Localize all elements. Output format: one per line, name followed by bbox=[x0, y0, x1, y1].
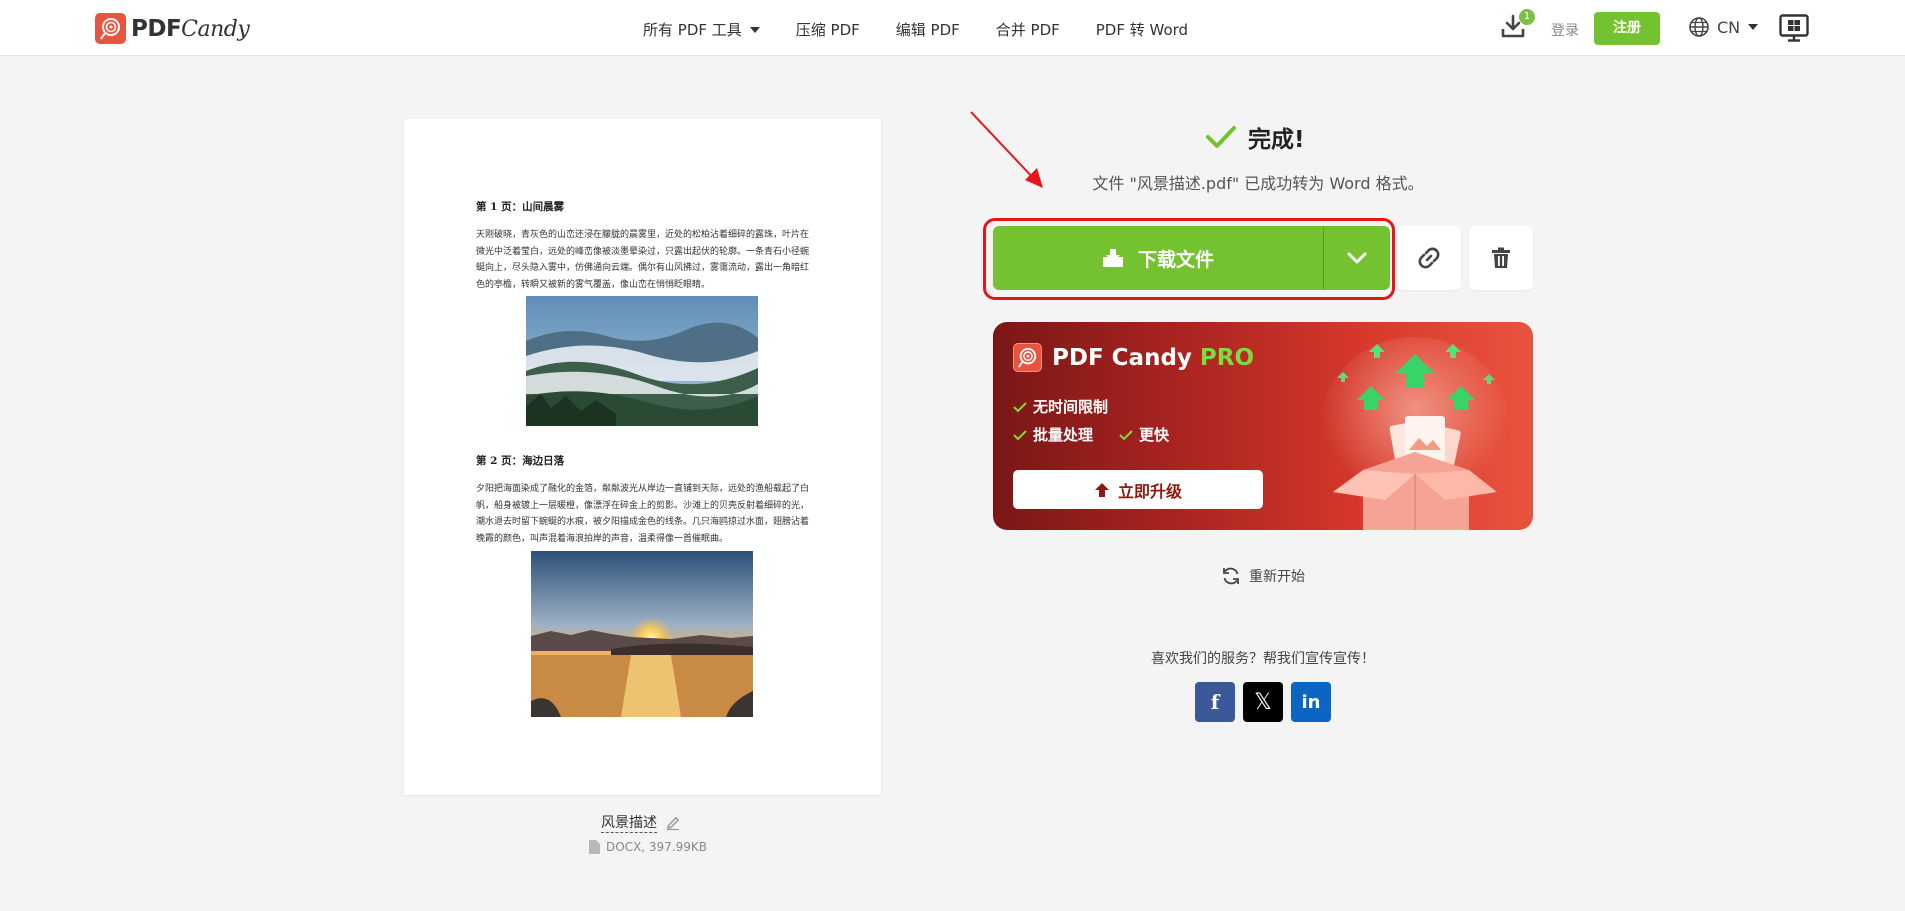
upgrade-now-button[interactable]: 立即升级 bbox=[1013, 470, 1263, 509]
file-type-size: DOCX, 397.99KB bbox=[606, 840, 708, 854]
file-name-editable[interactable]: 风景描述 bbox=[601, 812, 681, 833]
sunset-sea-image bbox=[531, 551, 753, 717]
pro-feature-faster: 更快 bbox=[1119, 424, 1169, 445]
linkedin-share-button[interactable]: in bbox=[1291, 682, 1331, 722]
download-button-group: 下载文件 bbox=[993, 226, 1390, 290]
top-header: PDFCandy 所有 PDF 工具 压缩 PDF 编辑 PDF 合并 PDF … bbox=[0, 0, 1905, 56]
pro-feature-batch: 批量处理 bbox=[1013, 424, 1093, 445]
pro-feature-no-time-limit: 无时间限制 bbox=[1013, 396, 1108, 417]
red-arrow-annotation-icon bbox=[970, 111, 1043, 188]
login-link[interactable]: 登录 bbox=[1551, 20, 1579, 40]
caret-down-icon bbox=[749, 26, 760, 33]
register-button[interactable]: 注册 bbox=[1594, 12, 1660, 45]
done-message: 文件 "风景描述.pdf" 已成功转为 Word 格式。 bbox=[1092, 174, 1424, 193]
download-icon bbox=[1102, 249, 1123, 267]
page1-text: 天刚破晓，青灰色的山峦还浸在朦胧的晨雾里，近处的松柏沾着细碎的露珠，叶片在微光中… bbox=[476, 230, 810, 290]
pdfcandy-logo[interactable]: PDFCandy bbox=[95, 13, 250, 44]
checkmark-icon bbox=[1206, 126, 1236, 148]
document-preview: 第 1 页：山间晨雾 天刚破晓，青灰色的山峦还浸在朦胧的晨雾里，近处的松柏沾着细… bbox=[404, 119, 881, 795]
pro-title: PDF Candy PRO bbox=[1013, 343, 1254, 372]
refresh-icon bbox=[1223, 567, 1239, 585]
language-selector[interactable]: CN bbox=[1688, 16, 1759, 38]
main-nav: 所有 PDF 工具 压缩 PDF 编辑 PDF 合并 PDF PDF 转 Wor… bbox=[643, 19, 1224, 40]
language-code: CN bbox=[1717, 17, 1741, 37]
nav-compress-pdf[interactable]: 压缩 PDF bbox=[796, 19, 860, 40]
windows-app-button[interactable] bbox=[1779, 14, 1809, 46]
facebook-share-button[interactable]: f bbox=[1195, 682, 1235, 722]
page2-heading: 第 2 页：海边日落 bbox=[476, 455, 565, 467]
file-icon bbox=[589, 840, 600, 854]
share-link-button[interactable] bbox=[1397, 226, 1461, 290]
nav-merge-pdf[interactable]: 合并 PDF bbox=[996, 19, 1060, 40]
trash-icon bbox=[1492, 247, 1510, 268]
arrow-up-icon bbox=[1094, 482, 1109, 497]
downloads-button[interactable]: 1 bbox=[1501, 9, 1535, 43]
share-prompt: 喜欢我们的服务？帮我们宣传宣传！ bbox=[1151, 651, 1375, 667]
file-meta: DOCX, 397.99KB bbox=[589, 840, 707, 854]
restart-button[interactable]: 重新开始 bbox=[1221, 566, 1305, 586]
facebook-icon: f bbox=[1210, 690, 1220, 714]
pencil-icon[interactable] bbox=[665, 815, 681, 831]
done-title: 完成! bbox=[1206, 120, 1305, 154]
nav-pdf-to-word[interactable]: PDF 转 Word bbox=[1096, 19, 1188, 40]
check-icon bbox=[1119, 429, 1133, 440]
check-icon bbox=[1013, 429, 1027, 440]
caret-down-icon bbox=[1748, 24, 1759, 30]
logo-candy-icon bbox=[95, 13, 126, 44]
download-count-badge: 1 bbox=[1519, 9, 1535, 25]
pro-logo-icon bbox=[1013, 343, 1042, 372]
linkedin-icon: in bbox=[1301, 691, 1321, 713]
logo-text: PDFCandy bbox=[131, 15, 250, 42]
delete-button[interactable] bbox=[1469, 226, 1533, 290]
globe-icon bbox=[1689, 17, 1709, 37]
page1-heading: 第 1 页：山间晨雾 bbox=[476, 201, 565, 213]
file-name[interactable]: 风景描述 bbox=[601, 812, 657, 833]
download-file-button[interactable]: 下载文件 bbox=[993, 226, 1324, 290]
mountain-mist-image bbox=[526, 296, 758, 426]
download-options-dropdown[interactable] bbox=[1324, 226, 1390, 290]
nav-edit-pdf[interactable]: 编辑 PDF bbox=[896, 19, 960, 40]
chevron-down-icon bbox=[1347, 252, 1367, 264]
nav-all-tools[interactable]: 所有 PDF 工具 bbox=[643, 19, 760, 40]
desktop-app-icon bbox=[1779, 14, 1809, 42]
pro-upgrade-card: PDF Candy PRO 无时间限制 批量处理 更快 立即升级 bbox=[993, 322, 1533, 530]
upgrade-box-illustration-icon bbox=[1320, 337, 1510, 530]
page2-text: 夕阳把海面染成了融化的金箔，粼粼波光从岸边一直铺到天际，远处的渔船载起了白帆，船… bbox=[476, 484, 810, 544]
check-icon bbox=[1013, 401, 1027, 412]
x-share-button[interactable]: 𝕏 bbox=[1243, 682, 1283, 722]
link-icon bbox=[1418, 247, 1440, 269]
x-icon: 𝕏 bbox=[1254, 689, 1272, 715]
